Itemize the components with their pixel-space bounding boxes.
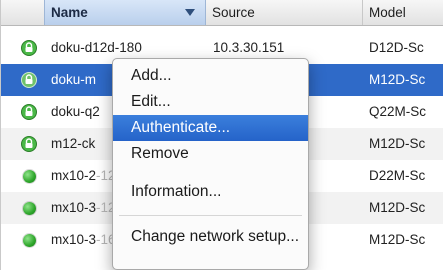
- lock-icon: [21, 136, 37, 152]
- column-header-model-label: Model: [369, 5, 406, 20]
- status-dot-icon: [23, 170, 36, 183]
- lock-icon: [21, 72, 37, 88]
- menu-separator: [119, 215, 302, 216]
- column-header-name[interactable]: Name: [44, 0, 206, 25]
- device-list-window: Name Source Model doku-d12d-180 10.3.30.…: [0, 0, 443, 270]
- table-header: Name Source Model: [1, 0, 443, 26]
- context-menu: Add... Edit... Authenticate... Remove In…: [112, 58, 309, 270]
- cell-name-text: mx10-3: [51, 232, 97, 247]
- menu-item-information[interactable]: Information...: [113, 177, 308, 207]
- lock-icon: [21, 104, 37, 120]
- lock-icon: [21, 40, 37, 56]
- column-header-source[interactable]: Source: [206, 0, 363, 25]
- column-header-model[interactable]: Model: [363, 0, 443, 25]
- menu-item-edit[interactable]: Edit...: [113, 89, 308, 115]
- cell-model: M12D-Sc: [369, 232, 426, 247]
- cell-model: D22M-Sc: [369, 168, 426, 183]
- menu-item-add[interactable]: Add...: [113, 63, 308, 89]
- status-dot-icon: [23, 202, 36, 215]
- cell-model: M12D-Sc: [369, 200, 426, 215]
- column-header-source-label: Source: [212, 5, 255, 20]
- cell-model: M12D-Sc: [369, 136, 426, 151]
- column-header-name-label: Name: [51, 5, 88, 20]
- cell-model: D12D-Sc: [369, 40, 424, 55]
- cell-name-text: mx10-2: [51, 168, 97, 183]
- sort-descending-icon: [185, 9, 195, 16]
- menu-item-authenticate[interactable]: Authenticate...: [113, 115, 308, 141]
- menu-item-change-network-setup[interactable]: Change network setup...: [113, 224, 308, 250]
- cell-model: M12D-Sc: [369, 72, 426, 87]
- cell-model: Q22M-Sc: [369, 104, 427, 119]
- status-dot-icon: [23, 234, 36, 247]
- menu-item-remove[interactable]: Remove: [113, 141, 308, 167]
- cell-name-text: mx10-3: [51, 200, 97, 215]
